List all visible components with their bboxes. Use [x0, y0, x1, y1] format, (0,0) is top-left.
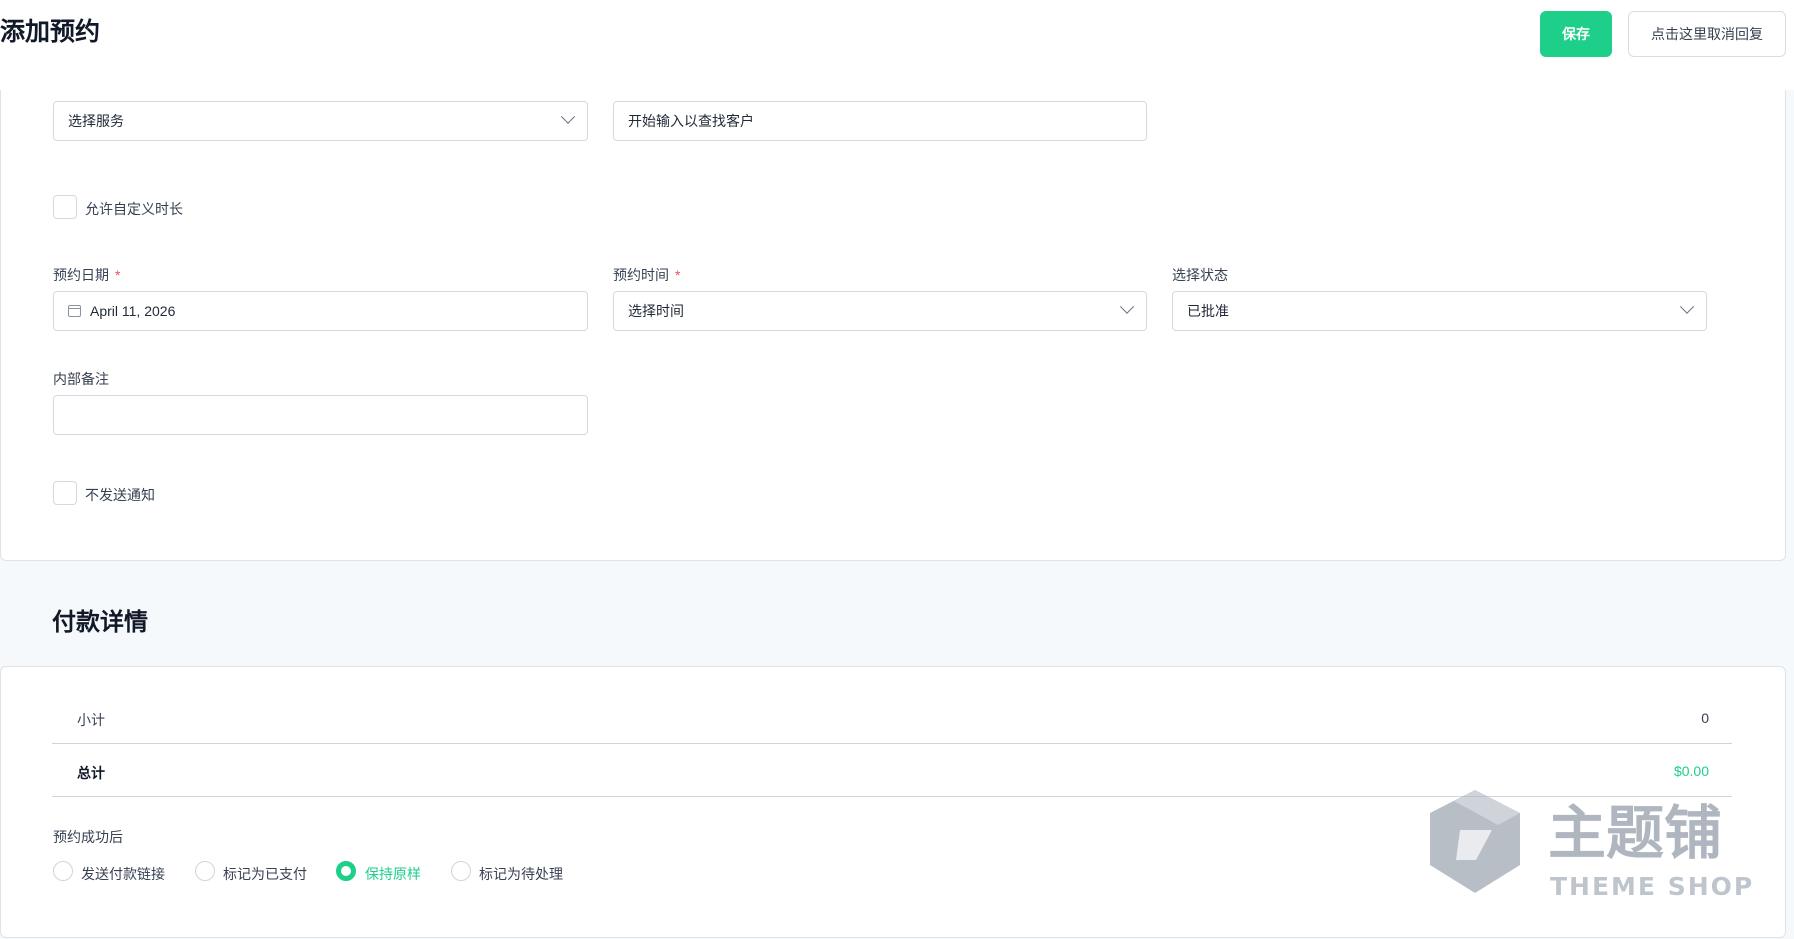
- internal-notes-input[interactable]: [53, 395, 588, 435]
- radio-keep-as-is-label: 保持原样: [365, 866, 421, 882]
- cancel-reply-button[interactable]: 点击这里取消回复: [1628, 11, 1786, 57]
- time-label: 预约时间 *: [613, 267, 681, 283]
- radio-mark-pending-label: 标记为待处理: [479, 866, 563, 882]
- status-select-value: 已批准: [1187, 303, 1229, 319]
- service-select[interactable]: 选择服务: [53, 101, 588, 141]
- notes-label: 内部备注: [53, 371, 109, 387]
- radio-send-payment-link-label: 发送付款链接: [81, 866, 165, 882]
- page-title: 添加预约: [0, 18, 101, 46]
- no-notification-label: 不发送通知: [85, 487, 155, 503]
- radio-send-payment-link[interactable]: [53, 861, 73, 881]
- date-value: April 11, 2026: [90, 303, 176, 319]
- service-select-value: 选择服务: [68, 113, 124, 129]
- total-value: $0.00: [1673, 763, 1709, 779]
- payment-section-title: 付款详情: [52, 609, 148, 636]
- chevron-down-icon: [560, 109, 576, 124]
- radio-keep-as-is[interactable]: [336, 861, 356, 881]
- required-mark: *: [115, 267, 121, 283]
- radio-mark-paid-label: 标记为已支付: [223, 866, 307, 882]
- after-booking-label: 预约成功后: [53, 829, 123, 845]
- total-label: 总计: [77, 765, 105, 781]
- no-notification-checkbox[interactable]: [53, 481, 77, 505]
- customer-search-input[interactable]: 开始输入以查找客户: [613, 101, 1147, 141]
- customer-search-placeholder: 开始输入以查找客户: [628, 113, 754, 129]
- watermark-sub: THEME SHOP: [1550, 872, 1754, 901]
- custom-duration-label: 允许自定义时长: [85, 201, 183, 217]
- calendar-icon: [68, 305, 81, 317]
- top-bar: 添加预约 保存 点击这里取消回复: [0, 0, 1794, 90]
- radio-mark-paid[interactable]: [195, 861, 215, 881]
- divider: [52, 743, 1732, 744]
- chevron-down-icon: [1119, 299, 1135, 314]
- watermark-brand: 主题铺: [1548, 799, 1722, 867]
- date-label: 预约日期 *: [53, 267, 121, 283]
- custom-duration-checkbox[interactable]: [53, 195, 77, 219]
- required-mark: *: [675, 267, 681, 283]
- radio-mark-pending[interactable]: [451, 861, 471, 881]
- status-select[interactable]: 已批准: [1172, 291, 1707, 331]
- chevron-down-icon: [1679, 299, 1695, 314]
- time-select-value: 选择时间: [628, 303, 684, 319]
- time-select[interactable]: 选择时间: [613, 291, 1147, 331]
- subtotal-label: 小计: [77, 712, 105, 728]
- status-label: 选择状态: [1172, 267, 1228, 283]
- date-picker[interactable]: April 11, 2026: [53, 291, 588, 331]
- subtotal-value: 0: [1701, 710, 1709, 726]
- theme-shop-watermark: 主题铺 THEME SHOP: [1430, 790, 1754, 901]
- save-button[interactable]: 保存: [1540, 11, 1612, 57]
